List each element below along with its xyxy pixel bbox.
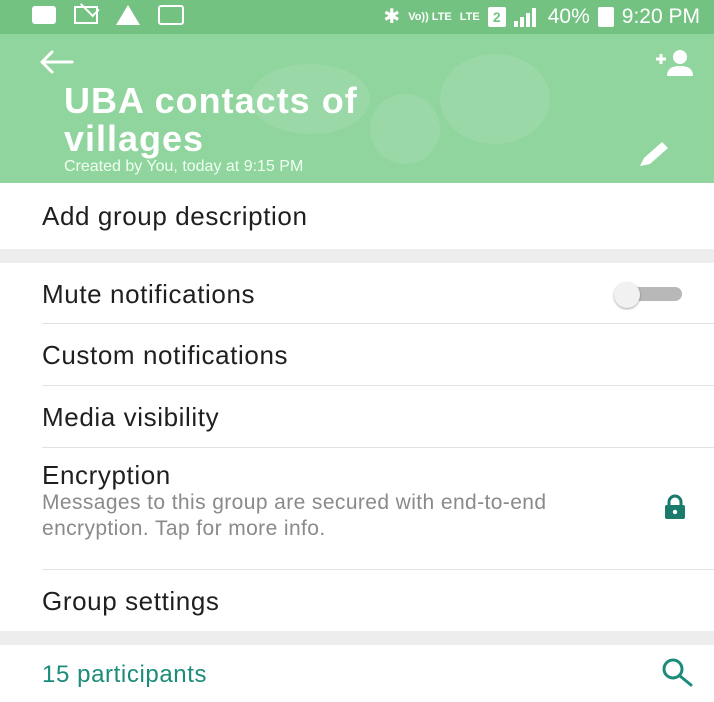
- search-icon[interactable]: [660, 656, 694, 688]
- group-settings-label: Group settings: [42, 586, 220, 616]
- edit-pencil-icon[interactable]: [636, 138, 672, 168]
- message-notification-icon: [32, 6, 56, 24]
- group-title: UBA contacts of villages: [64, 80, 358, 159]
- group-header: UBA contacts of villages Created by You,…: [0, 34, 714, 183]
- notification-icons: [32, 5, 184, 25]
- media-visibility-row[interactable]: Media visibility: [0, 386, 714, 447]
- screencast-notification-icon: [158, 5, 184, 25]
- add-participant-icon[interactable]: [654, 48, 696, 78]
- group-created-info: Created by You, today at 9:15 PM: [64, 158, 304, 175]
- toggle-knob: [614, 282, 640, 308]
- section-divider: [0, 249, 714, 263]
- battery-percent: 40%: [547, 4, 590, 28]
- add-description-label: Add group description: [42, 201, 308, 231]
- group-settings-row[interactable]: Group settings: [0, 570, 714, 631]
- mute-notifications-label: Mute notifications: [42, 279, 256, 309]
- volte-indicator: Vo)) LTE: [408, 10, 452, 23]
- mail-notification-icon: [74, 6, 98, 24]
- participants-count: 15 participants: [42, 661, 208, 688]
- custom-notifications-label: Custom notifications: [42, 340, 289, 370]
- sim-slot-indicator: 2: [487, 6, 506, 27]
- clock: 9:20 PM: [621, 4, 700, 28]
- section-divider: [0, 631, 714, 645]
- add-description-row[interactable]: Add group description: [0, 183, 714, 249]
- lte-indicator: LTE: [459, 10, 480, 23]
- custom-notifications-row[interactable]: Custom notifications: [0, 324, 714, 385]
- encryption-description: Messages to this group are secured with …: [42, 491, 547, 540]
- status-bar: ✱ Vo)) LTE LTE 2 40% 9:20 PM: [0, 0, 714, 34]
- warning-notification-icon: [116, 5, 140, 25]
- back-arrow-icon[interactable]: [40, 50, 74, 74]
- signal-icon: [513, 7, 540, 27]
- mute-notifications-row[interactable]: Mute notifications: [0, 263, 714, 324]
- system-icons: ✱ Vo)) LTE LTE 2 40% 9:20 PM: [383, 4, 700, 29]
- battery-icon: [597, 6, 614, 27]
- media-visibility-label: Media visibility: [42, 402, 220, 432]
- lock-icon: [665, 494, 685, 519]
- encryption-label: Encryption: [42, 460, 171, 490]
- bluetooth-icon: ✱: [383, 6, 401, 28]
- mute-notifications-toggle[interactable]: [614, 282, 684, 308]
